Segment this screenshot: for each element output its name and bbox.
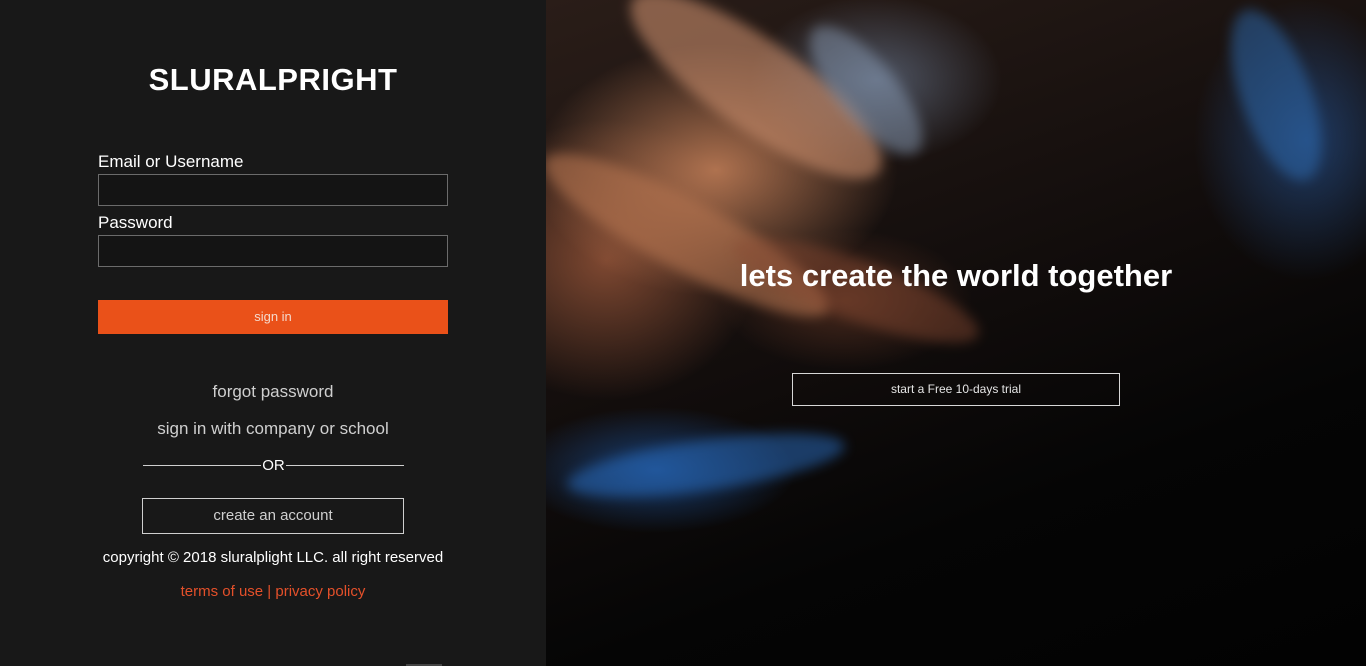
sso-sign-in-link[interactable]: sign in with company or school	[0, 419, 546, 439]
legal-separator: |	[263, 583, 276, 600]
copyright-text: copyright © 2018 sluralplight LLC. all r…	[102, 549, 444, 566]
paint-streak	[1212, 0, 1340, 192]
paint-streak	[563, 420, 849, 510]
divider-line-left	[143, 464, 262, 466]
brand-title: SLURALPRIGHT	[148, 62, 398, 97]
page: SLURALPRIGHT Email or Username Password …	[0, 0, 1366, 666]
password-label: Password	[98, 213, 173, 232]
hero-panel: lets create the world together start a F…	[546, 0, 1366, 666]
sign-in-button[interactable]: sign in	[98, 300, 448, 334]
or-text: OR	[262, 456, 285, 474]
or-divider: OR	[143, 455, 404, 475]
free-trial-button[interactable]: start a Free 10-days trial	[792, 373, 1120, 406]
hero-tagline: lets create the world together	[739, 258, 1173, 293]
password-field[interactable]	[98, 235, 448, 267]
divider-line-right	[285, 464, 404, 466]
login-panel: SLURALPRIGHT Email or Username Password …	[0, 0, 546, 666]
email-field[interactable]	[98, 174, 448, 206]
forgot-password-link[interactable]: forgot password	[0, 382, 546, 402]
create-account-button[interactable]: create an account	[142, 498, 404, 534]
privacy-policy-link[interactable]: privacy policy	[275, 583, 365, 600]
email-label: Email or Username	[98, 152, 244, 171]
terms-of-use-link[interactable]: terms of use	[181, 583, 264, 600]
legal-links: terms of use | privacy policy	[0, 583, 546, 600]
